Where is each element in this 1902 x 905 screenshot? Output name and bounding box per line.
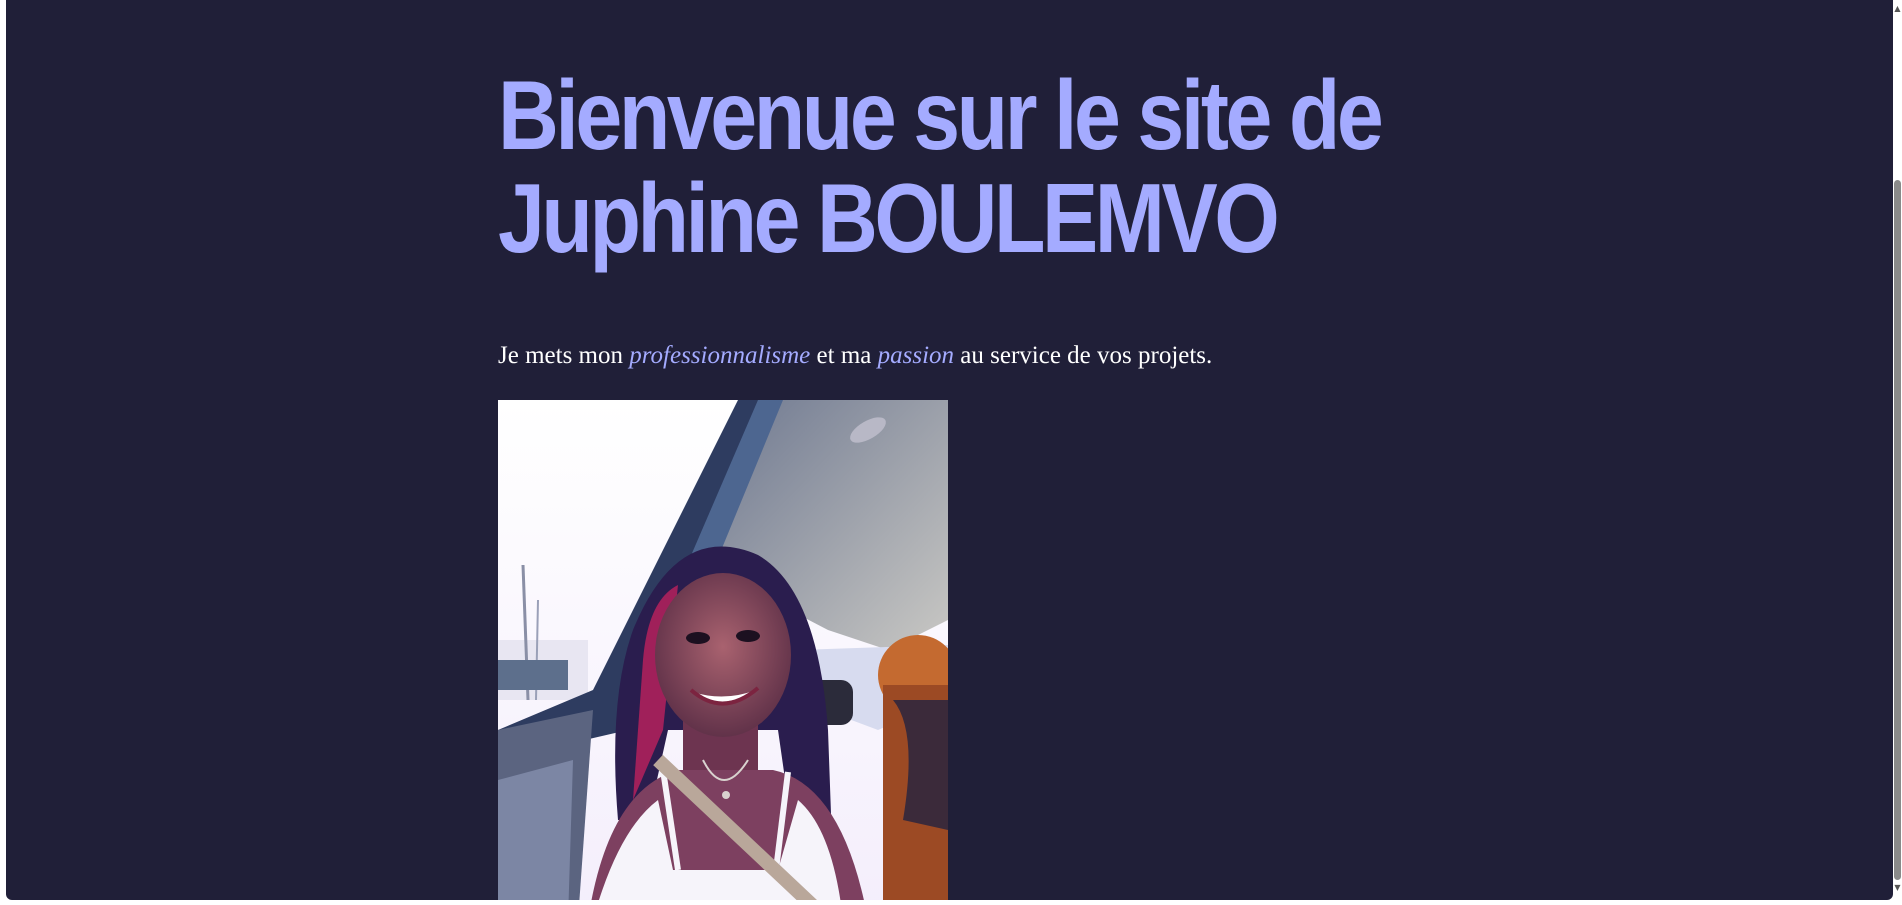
- page-title: Bienvenue sur le site de Juphine BOULEMV…: [498, 60, 1384, 273]
- page-viewport: Bienvenue sur le site de Juphine BOULEMV…: [6, 0, 1893, 900]
- scrollbar-thumb[interactable]: [1894, 180, 1901, 880]
- page-scrollbar[interactable]: ▲ ▼: [1893, 0, 1902, 905]
- tagline: Je mets mon professionnalisme et ma pass…: [498, 342, 1212, 370]
- scroll-down-arrow-icon[interactable]: ▼: [1893, 883, 1902, 893]
- tagline-part-3: au service de vos projets.: [954, 342, 1213, 369]
- scroll-up-arrow-icon[interactable]: ▲: [1893, 4, 1902, 14]
- hero-section: Bienvenue sur le site de Juphine BOULEMV…: [498, 60, 1398, 900]
- tagline-emphasis-passion: passion: [877, 342, 955, 369]
- portrait-illustration: [498, 400, 948, 900]
- tagline-part-2: et ma: [810, 342, 878, 369]
- portrait-photo: [498, 400, 948, 900]
- tagline-part-1: Je mets mon: [498, 342, 630, 369]
- tagline-emphasis-professionalism: professionnalisme: [629, 342, 811, 369]
